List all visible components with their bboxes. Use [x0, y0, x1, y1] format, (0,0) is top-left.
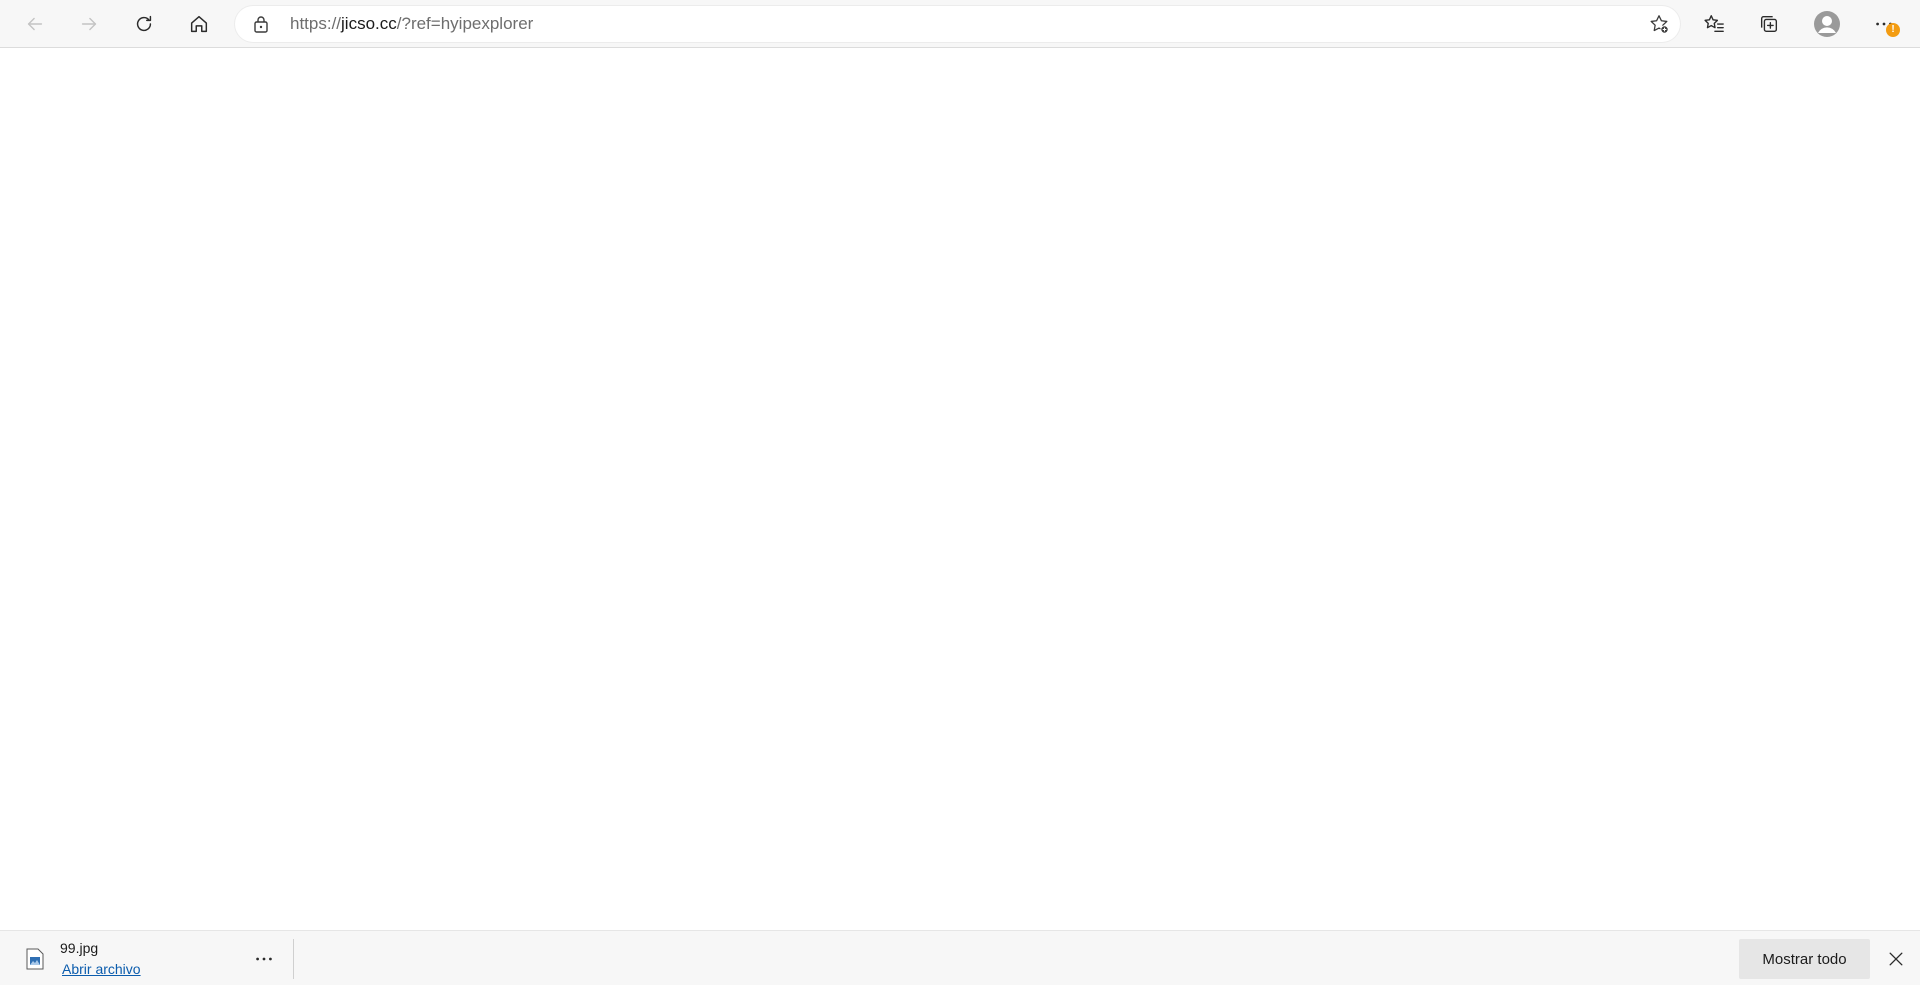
image-file-icon[interactable]	[26, 948, 44, 970]
update-badge: !	[1886, 23, 1900, 37]
favorites-button[interactable]	[1696, 8, 1732, 40]
show-all-button[interactable]: Mostrar todo	[1739, 939, 1870, 979]
download-more-button[interactable]	[250, 945, 278, 973]
home-button[interactable]	[181, 8, 217, 40]
settings-menu-button[interactable]: !	[1866, 8, 1902, 40]
star-plus-icon[interactable]	[1648, 13, 1670, 35]
back-button[interactable]	[17, 8, 53, 40]
download-bar: 99.jpg Abrir archivo Mostrar todo	[0, 930, 1920, 985]
arrow-left-icon	[27, 17, 43, 31]
close-download-bar-button[interactable]	[1882, 945, 1910, 973]
more-icon	[256, 957, 272, 961]
favorites-icon	[1704, 15, 1724, 33]
refresh-button[interactable]	[126, 8, 162, 40]
profile-button[interactable]	[1809, 8, 1845, 40]
arrow-right-icon	[81, 17, 97, 31]
browser-toolbar: https://jicso.cc/?ref=hyipexplorer !	[0, 0, 1920, 48]
download-file-name[interactable]: 99.jpg	[60, 940, 98, 956]
url-path: /?ref=hyipexplorer	[396, 14, 534, 33]
avatar-icon	[1814, 11, 1840, 37]
forward-button[interactable]	[71, 8, 107, 40]
lock-icon[interactable]	[251, 14, 271, 34]
collections-icon	[1760, 15, 1778, 33]
url-text[interactable]: https://jicso.cc/?ref=hyipexplorer	[290, 6, 533, 42]
open-file-link[interactable]: Abrir archivo	[62, 961, 141, 977]
url-scheme: https://	[290, 14, 342, 33]
page-content	[0, 48, 1920, 930]
home-icon	[190, 15, 208, 33]
close-icon	[1889, 952, 1903, 966]
collections-button[interactable]	[1751, 8, 1787, 40]
refresh-icon	[136, 15, 152, 32]
url-host: jicso.cc	[341, 14, 397, 33]
address-bar[interactable]: https://jicso.cc/?ref=hyipexplorer	[235, 6, 1680, 42]
download-separator	[293, 939, 294, 979]
